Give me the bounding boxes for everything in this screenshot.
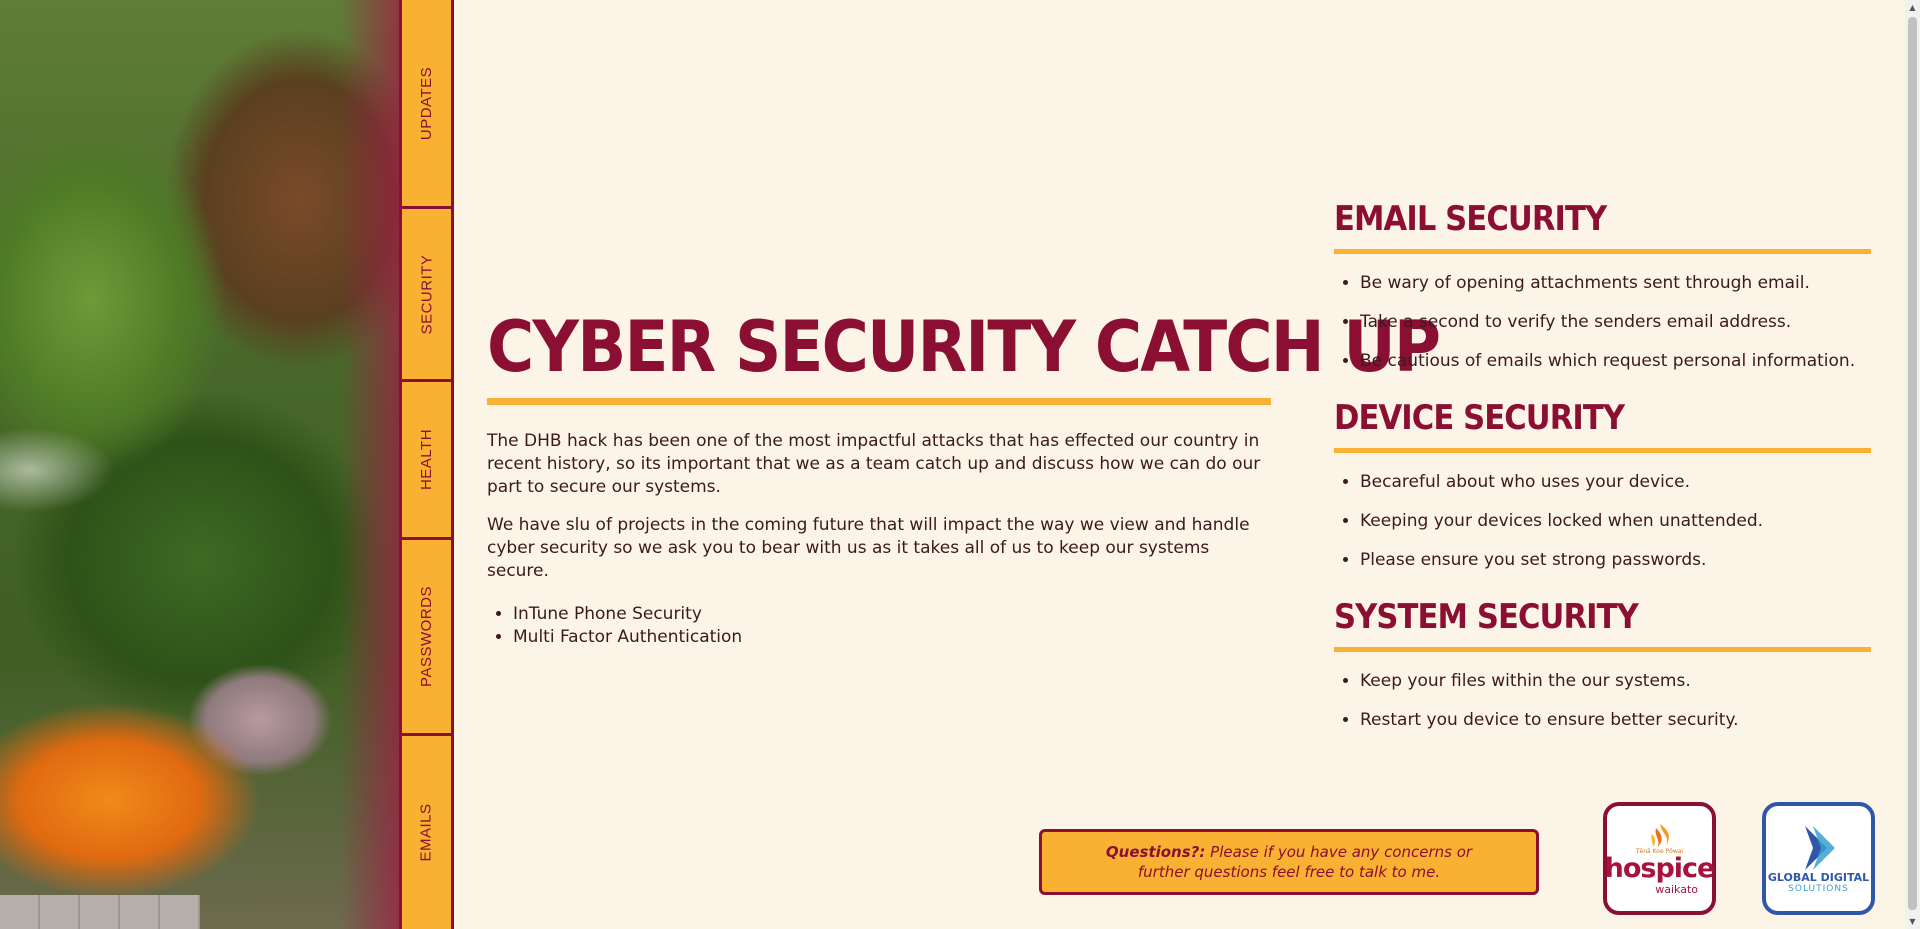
list-item: Take a second to verify the senders emai…: [1360, 303, 1871, 342]
nav-item-label: HEALTH: [418, 428, 436, 491]
nav-item-label: PASSWORDS: [418, 586, 435, 687]
device-security-section: DEVICE SECURITY Becareful about who uses…: [1334, 396, 1871, 580]
side-nav: UPDATES SECURITY HEALTH PASSWORDS EMAILS: [399, 0, 454, 929]
scroll-up-icon[interactable]: ▲: [1905, 0, 1920, 15]
section-divider: [1334, 448, 1871, 453]
garden-photo: [0, 0, 400, 929]
section-heading: EMAIL SECURITY: [1334, 199, 1607, 239]
intro-paragraph: The DHB hack has been one of the most im…: [487, 431, 1261, 497]
nav-item-security[interactable]: SECURITY: [402, 209, 451, 382]
list-item: Please ensure you set strong passwords.: [1360, 541, 1871, 580]
page-title: CYBER SECURITY CATCH UP: [487, 306, 1441, 388]
nav-item-label: EMAILS: [418, 803, 435, 862]
title-divider: [487, 398, 1271, 405]
email-security-section: EMAIL SECURITY Be wary of opening attach…: [1334, 197, 1871, 381]
nav-item-emails[interactable]: EMAILS: [402, 736, 451, 929]
flame-icon: [1650, 823, 1669, 847]
vertical-scrollbar[interactable]: ▲ ▼: [1905, 0, 1920, 929]
list-item: Be cautious of emails which request pers…: [1360, 342, 1871, 381]
list-item: Keep your files within the our systems.: [1360, 662, 1871, 701]
nav-item-label: SECURITY: [418, 254, 435, 334]
intro-paragraph: We have slu of projects in the coming fu…: [487, 515, 1250, 581]
hospice-sub: waikato: [1655, 882, 1698, 896]
nav-item-health[interactable]: HEALTH: [402, 382, 451, 540]
scroll-down-icon[interactable]: ▼: [1905, 914, 1920, 929]
section-divider: [1334, 647, 1871, 652]
hospice-name: hospice: [1604, 852, 1716, 884]
walkway: [0, 895, 200, 929]
hospice-logo[interactable]: Tēnā Koe Pōwai hospice waikato: [1603, 802, 1716, 915]
scroll-thumb[interactable]: [1908, 17, 1917, 910]
nav-item-label: UPDATES: [418, 66, 436, 140]
gds-name: GLOBAL DIGITAL: [1767, 870, 1870, 884]
list-item: Be wary of opening attachments sent thro…: [1360, 264, 1871, 303]
questions-box: Questions?: Please if you have any conce…: [1039, 829, 1539, 895]
tip-list: Be wary of opening attachments sent thro…: [1334, 264, 1871, 381]
tip-list: Becareful about who uses your device. Ke…: [1334, 463, 1871, 580]
section-heading: DEVICE SECURITY: [1334, 398, 1625, 438]
questions-label: Questions?:: [1105, 843, 1206, 861]
nav-item-updates[interactable]: UPDATES: [402, 0, 451, 209]
global-digital-logo[interactable]: GLOBAL DIGITAL SOLUTIONS: [1762, 802, 1875, 915]
section-divider: [1334, 249, 1871, 254]
system-security-section: SYSTEM SECURITY Keep your files within t…: [1334, 595, 1871, 740]
tip-list: Keep your files within the our systems. …: [1334, 662, 1871, 740]
list-item: Keeping your devices locked when unatten…: [1360, 502, 1871, 541]
list-item: InTune Phone Security: [513, 603, 1267, 626]
gds-sub: SOLUTIONS: [1788, 883, 1849, 894]
list-item: Becareful about who uses your device.: [1360, 463, 1871, 502]
chevron-right-icon: [1804, 825, 1835, 870]
section-heading: SYSTEM SECURITY: [1334, 597, 1639, 637]
nav-item-passwords[interactable]: PASSWORDS: [402, 540, 451, 736]
list-item: Restart you device to ensure better secu…: [1360, 701, 1871, 740]
intro-text: The DHB hack has been one of the most im…: [487, 430, 1267, 649]
project-list: InTune Phone Security Multi Factor Authe…: [487, 603, 1267, 649]
list-item: Multi Factor Authentication: [513, 626, 1267, 649]
